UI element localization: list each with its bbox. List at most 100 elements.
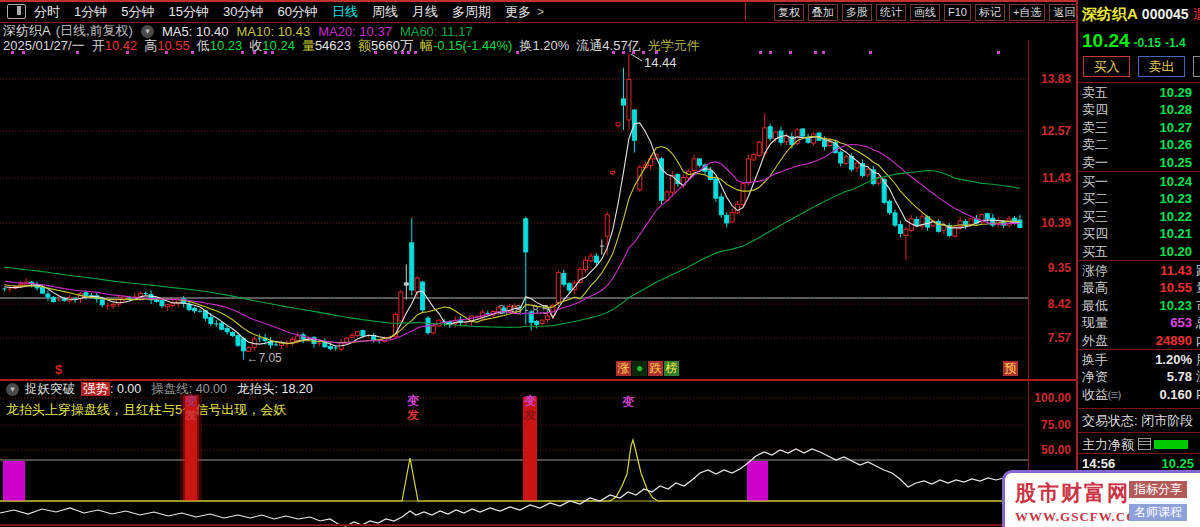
sidebar-row[interactable]: 买一10.24 [1082, 173, 1200, 190]
price-row: 10.24 -0.15 -1.4 [1082, 30, 1186, 52]
collapse-icon[interactable]: ▾ [141, 25, 154, 38]
toolbar-button-0[interactable]: 复权 [774, 4, 804, 21]
watermark-badge-1[interactable]: 名师课程 [1129, 504, 1187, 521]
svg-text:7.57: 7.57 [1048, 331, 1072, 345]
svg-text:13.83: 13.83 [1041, 72, 1071, 86]
sidebar-row: 涨停11.43跌 [1082, 262, 1200, 279]
menu-item-3[interactable]: 15分钟 [168, 3, 208, 21]
sidebar-row[interactable]: 买五10.20 [1082, 243, 1200, 260]
stock-code: 000045 [1142, 6, 1189, 22]
forecast-tile[interactable]: 预 [1003, 361, 1018, 376]
last-price: 10.24 [1082, 30, 1130, 51]
svg-text:9.35: 9.35 [1048, 261, 1072, 275]
sidebar-row[interactable]: 卖二10.26 [1082, 136, 1200, 153]
sell-button[interactable]: 卖出 [1138, 56, 1185, 77]
updown-board-tile[interactable]: 涨 [616, 361, 631, 376]
sidebar-row: 净资5.78流 [1082, 368, 1200, 385]
separator [1078, 432, 1200, 433]
split-window-icon[interactable] [7, 4, 26, 19]
trade-buttons: 买入 卖出 [1083, 56, 1200, 77]
watermark-box: 股市财富网 WWW.GSCFW.COM 指标分享名师课程 [1002, 470, 1200, 527]
menu-item-2[interactable]: 5分钟 [121, 3, 154, 21]
signal-char: 发 [523, 408, 536, 422]
menu-item-7[interactable]: 周线 [372, 3, 398, 21]
money-mark: $ [55, 362, 62, 377]
tdx-window: 分时 1分钟 5分钟 15分钟 30分钟 60分钟日线周线月线多周期更多 > 复权叠加多股统… [0, 0, 1200, 527]
separator [1078, 260, 1200, 261]
toolbar-button-4[interactable]: 画线 [910, 4, 940, 21]
sidebar-row[interactable]: 买三10.22 [1082, 208, 1200, 225]
main-area: 分时 1分钟 5分钟 15分钟 30分钟 60分钟日线周线月线多周期更多 > 复权叠加多股统… [0, 0, 1076, 527]
candlestick-chart: 13.8312.5711.4310.399.358.427.578.48 - 8… [0, 40, 1076, 380]
updown-board-tile[interactable]: 榜 [664, 361, 679, 376]
main-flow-label: 主力净额 [1082, 437, 1134, 452]
separator [1078, 349, 1200, 350]
list-icon [1138, 438, 1151, 450]
quote-sidebar: 深纺织A000045 退 10.24-0.15-1.4 买入 卖出 卖五10.2… [1076, 0, 1200, 527]
buy-button[interactable]: 买入 [1083, 56, 1130, 77]
signal-char: 变 [523, 394, 536, 408]
watermark-badge-0[interactable]: 指标分享 [1129, 481, 1187, 498]
svg-text:11.43: 11.43 [1042, 171, 1072, 185]
sidebar-row[interactable]: 买二10.23 [1082, 190, 1200, 207]
svg-text:75.00: 75.00 [1041, 418, 1071, 432]
menu-item-6[interactable]: 日线 [332, 3, 358, 21]
signal-char: 变 [621, 395, 634, 409]
menu-item-5[interactable]: 60分钟 [277, 3, 317, 21]
sidebar-row: 最高10.55量 [1082, 279, 1200, 296]
menu-item-8[interactable]: 月线 [412, 3, 438, 21]
toolbar-button-3[interactable]: 统计 [876, 4, 906, 21]
toolbar-button-2[interactable]: 多股 [842, 4, 872, 21]
toolbar-button-7[interactable]: +自选 [1009, 4, 1045, 21]
toolbar-button-8[interactable]: 返回 [1049, 4, 1079, 21]
menu-item-1[interactable]: 1分钟 [74, 3, 107, 21]
sidebar-row[interactable]: 卖四10.28 [1082, 101, 1200, 118]
tick-row: 14:5610.25 [1082, 456, 1196, 471]
svg-text:50.00: 50.00 [1041, 443, 1071, 457]
stock-name: 深纺织A [1082, 5, 1138, 22]
sidebar-row[interactable]: 买四10.21 [1082, 225, 1200, 242]
toolbar-button-6[interactable]: 标记 [975, 4, 1005, 21]
sidebar-row: 现量653总 [1082, 314, 1200, 331]
sidebar-row: 收益㈢0.160P [1082, 386, 1200, 403]
separator [1078, 82, 1200, 83]
separator [1078, 408, 1200, 409]
menu-item-9[interactable]: 多周期 [452, 3, 491, 21]
more-arrow-icon: > [537, 5, 544, 19]
toolbar-button-1[interactable]: 叠加 [808, 4, 838, 21]
signal-char: 发 [184, 408, 197, 422]
watermark-site: 股市财富网 [1015, 479, 1130, 507]
toolbar-button-5[interactable]: F10 [944, 4, 971, 21]
trade-status: 交易状态: 闭市阶段 [1082, 412, 1193, 430]
sidebar-row[interactable]: 卖三10.27 [1082, 119, 1200, 136]
updown-board-tile[interactable]: 跌 [648, 361, 663, 376]
sidebar-row: 换手1.20%股 [1082, 351, 1200, 368]
signal-char: 发 [406, 408, 419, 422]
extra-button-sliver[interactable] [1193, 56, 1200, 77]
signal-char: 变 [184, 394, 197, 408]
tick-price: 10.25 [1161, 456, 1194, 471]
menu-item-10[interactable]: 更多 [505, 3, 531, 21]
svg-text:10.39: 10.39 [1041, 216, 1071, 230]
svg-text:12.57: 12.57 [1041, 124, 1071, 138]
price-change-pct: -1.4 [1165, 36, 1186, 50]
peak-annotation: 14.44 [644, 55, 677, 70]
svg-text:100.00: 100.00 [1034, 391, 1071, 405]
sidebar-row[interactable]: 卖一10.25 [1082, 154, 1200, 171]
sidebar-row[interactable]: 卖五10.29 [1082, 84, 1200, 101]
sidebar-row: 外盘24890内 [1082, 332, 1200, 349]
magenta-signal-bar [747, 461, 768, 501]
menu-item-4[interactable]: 30分钟 [223, 3, 263, 21]
sidebar-row: 最低10.23市 [1082, 297, 1200, 314]
separator [1078, 171, 1200, 172]
toolbar-buttons: 复权叠加多股统计画线F10标记+自选返回 [774, 2, 1079, 22]
menu-item-0[interactable]: 分时 [34, 3, 60, 21]
magenta-signal-bar [3, 461, 25, 501]
signal-char: 变 [406, 394, 419, 408]
period-menu-bar: 分时 1分钟 5分钟 15分钟 30分钟 60分钟日线周线月线多周期更多 > 复权叠加多股统… [0, 2, 1076, 23]
main-flow-row[interactable]: 主力净额 [1082, 436, 1151, 454]
price-change: -0.15 [1134, 36, 1161, 50]
updown-board-tile[interactable]: ● [632, 361, 647, 376]
indicator-chart: 100.0075.0050.00变发变发变发变 [0, 380, 1076, 527]
flow-green-bar [1154, 440, 1188, 449]
